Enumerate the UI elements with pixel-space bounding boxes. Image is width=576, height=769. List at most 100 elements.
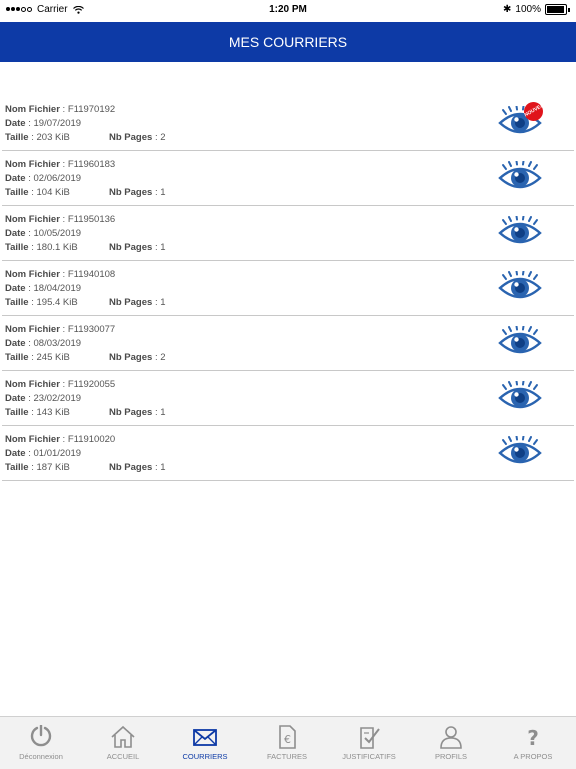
pages-label: Nb Pages	[109, 407, 153, 418]
file-name-label: Nom Fichier	[5, 379, 60, 390]
svg-text:€: €	[284, 733, 291, 746]
file-name-value: : F11920055	[62, 379, 116, 390]
question-icon: ?	[527, 726, 539, 749]
mail-row[interactable]: Nom Fichier : F11920055 Date : 23/02/201…	[2, 371, 574, 426]
size-label: Taille	[5, 242, 29, 253]
size-label: Taille	[5, 187, 29, 198]
date-label: Date	[5, 118, 26, 129]
pages-value: : 1	[154, 187, 166, 198]
date-label: Date	[5, 228, 26, 239]
date-label: Date	[5, 338, 26, 349]
tab-factures[interactable]: € FACTURES	[246, 717, 328, 769]
date-label: Date	[5, 448, 26, 459]
date-label: Date	[5, 393, 26, 404]
tab-justificatifs[interactable]: JUSTIFICATIFS	[328, 717, 410, 769]
file-name-label: Nom Fichier	[5, 434, 60, 445]
tab-label: A PROPOS	[513, 752, 553, 761]
mail-row[interactable]: Nom Fichier : F11940108 Date : 18/04/201…	[2, 261, 574, 316]
file-name-label: Nom Fichier	[5, 324, 60, 335]
view-eye-icon[interactable]	[498, 216, 542, 248]
pages-value: : 1	[154, 407, 166, 418]
file-name-label: Nom Fichier	[5, 214, 60, 225]
file-name-value: : F11950136	[62, 214, 116, 225]
envelope-icon	[193, 729, 217, 746]
file-name-label: Nom Fichier	[5, 159, 60, 170]
mail-row[interactable]: Nom Fichier : F11960183 Date : 02/06/201…	[2, 151, 574, 206]
file-name-value: : F11940108	[62, 269, 116, 280]
size-value: : 180.1 KiB	[31, 242, 78, 253]
tab-label: ACCUEIL	[106, 752, 140, 761]
date-value: : 19/07/2019	[28, 118, 82, 129]
date-value: : 10/05/2019	[28, 228, 82, 239]
size-label: Taille	[5, 462, 29, 473]
home-icon	[111, 725, 135, 748]
tab-bar: Déconnexion ACCUEIL COURRIERS € FACTURES JUST…	[0, 716, 576, 769]
size-label: Taille	[5, 132, 29, 143]
view-eye-icon[interactable]	[498, 381, 542, 413]
document-check-icon	[360, 727, 380, 749]
file-name-value: : F11970192	[62, 104, 116, 115]
clock: 1:20 PM	[269, 4, 307, 15]
pages-label: Nb Pages	[109, 132, 153, 143]
view-eye-icon[interactable]	[498, 436, 542, 468]
person-icon	[440, 726, 462, 749]
date-value: : 23/02/2019	[28, 393, 82, 404]
size-label: Taille	[5, 352, 29, 363]
tab-label: Déconnexion	[19, 752, 63, 761]
pages-label: Nb Pages	[109, 297, 153, 308]
view-eye-icon[interactable]	[498, 326, 542, 358]
power-icon	[30, 725, 52, 747]
tab-label: FACTURES	[266, 752, 307, 761]
date-value: : 08/03/2019	[28, 338, 82, 349]
file-name-label: Nom Fichier	[5, 104, 60, 115]
file-name-label: Nom Fichier	[5, 269, 60, 280]
tab-a-propos[interactable]: ? A PROPOS	[492, 717, 574, 769]
file-name-value: : F11960183	[62, 159, 116, 170]
file-name-value: : F11910020	[62, 434, 116, 445]
pages-value: : 2	[154, 352, 166, 363]
size-value: : 203 KiB	[31, 132, 70, 143]
tab-label: PROFILS	[434, 752, 468, 761]
date-label: Date	[5, 283, 26, 294]
date-value: : 02/06/2019	[28, 173, 82, 184]
date-value: : 01/01/2019	[28, 448, 82, 459]
invoice-euro-icon: €	[279, 725, 296, 749]
pages-value: : 1	[154, 462, 166, 473]
size-value: : 143 KiB	[31, 407, 70, 418]
svg-text:?: ?	[527, 726, 539, 749]
view-eye-icon[interactable]	[498, 271, 542, 303]
battery-percent: 100%	[515, 4, 541, 15]
size-value: : 187 KiB	[31, 462, 70, 473]
bluetooth-icon: ✱	[503, 4, 512, 15]
pages-value: : 1	[154, 297, 166, 308]
date-value: : 18/04/2019	[28, 283, 82, 294]
tab-label: COURRIERS	[182, 752, 228, 761]
app-header: MES COURRIERS	[0, 22, 576, 62]
pages-value: : 2	[154, 132, 166, 143]
size-label: Taille	[5, 407, 29, 418]
tab-label: JUSTIFICATIFS	[342, 752, 396, 761]
view-eye-icon[interactable]	[498, 161, 542, 193]
pages-label: Nb Pages	[109, 462, 153, 473]
mail-row[interactable]: Nom Fichier : F11930077 Date : 08/03/201…	[2, 316, 574, 371]
pages-value: : 1	[154, 242, 166, 253]
mail-row[interactable]: Nom Fichier : F11950136 Date : 10/05/201…	[2, 206, 574, 261]
tab-profils[interactable]: PROFILS	[410, 717, 492, 769]
file-name-value: : F11930077	[62, 324, 116, 335]
size-value: : 104 KiB	[31, 187, 70, 198]
pages-label: Nb Pages	[109, 352, 153, 363]
page-title: MES COURRIERS	[228, 34, 348, 50]
mail-row[interactable]: Nom Fichier : F11970192 Date : 19/07/201…	[2, 96, 574, 151]
tab-accueil[interactable]: ACCUEIL	[82, 717, 164, 769]
tab-courriers[interactable]: COURRIERS	[164, 717, 246, 769]
tab-deconnexion[interactable]: Déconnexion	[0, 717, 82, 769]
status-bar: Carrier 1:20 PM ✱ 100%	[0, 0, 576, 20]
date-label: Date	[5, 173, 26, 184]
mail-row[interactable]: Nom Fichier : F11910020 Date : 01/01/201…	[2, 426, 574, 481]
pages-label: Nb Pages	[109, 187, 153, 198]
size-label: Taille	[5, 297, 29, 308]
battery-icon	[545, 4, 567, 15]
size-value: : 195.4 KiB	[31, 297, 78, 308]
pages-label: Nb Pages	[109, 242, 153, 253]
mail-list: Nom Fichier : F11970192 Date : 19/07/201…	[0, 96, 576, 481]
